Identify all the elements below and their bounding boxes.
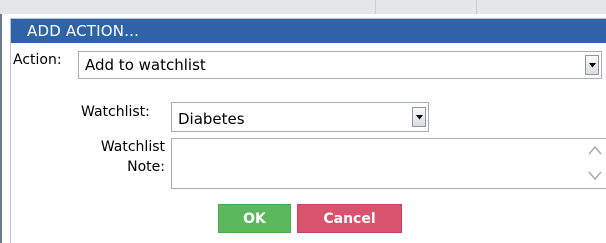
chevron-down-icon[interactable] bbox=[585, 55, 599, 75]
left-edge bbox=[0, 14, 2, 243]
chevron-down-icon[interactable] bbox=[587, 167, 603, 183]
dialog-title: ADD ACTION... bbox=[27, 22, 140, 40]
background-divider bbox=[476, 0, 477, 14]
watchlist-select[interactable]: Diabetes bbox=[171, 102, 429, 132]
chevron-up-icon[interactable] bbox=[587, 143, 603, 159]
chevron-down-icon[interactable] bbox=[412, 107, 426, 127]
watchlist-note-textarea[interactable] bbox=[171, 138, 606, 189]
cancel-button[interactable]: Cancel bbox=[297, 204, 402, 233]
watchlist-select-value: Diabetes bbox=[178, 110, 245, 128]
add-action-dialog: ADD ACTION... Action: Add to watchlist W… bbox=[10, 18, 606, 243]
background-divider bbox=[375, 0, 376, 14]
watchlist-note-label-line2: Note: bbox=[127, 159, 165, 175]
page: ADD ACTION... Action: Add to watchlist W… bbox=[0, 0, 606, 243]
action-select-value: Add to watchlist bbox=[85, 56, 206, 74]
ok-button[interactable]: OK bbox=[218, 204, 291, 233]
watchlist-label: Watchlist: bbox=[81, 104, 150, 120]
action-label: Action: bbox=[13, 52, 62, 68]
dialog-titlebar[interactable]: ADD ACTION... bbox=[11, 19, 606, 43]
watchlist-note-label-line1: Watchlist bbox=[100, 139, 165, 155]
action-select[interactable]: Add to watchlist bbox=[78, 51, 602, 79]
background-strip bbox=[0, 0, 606, 14]
